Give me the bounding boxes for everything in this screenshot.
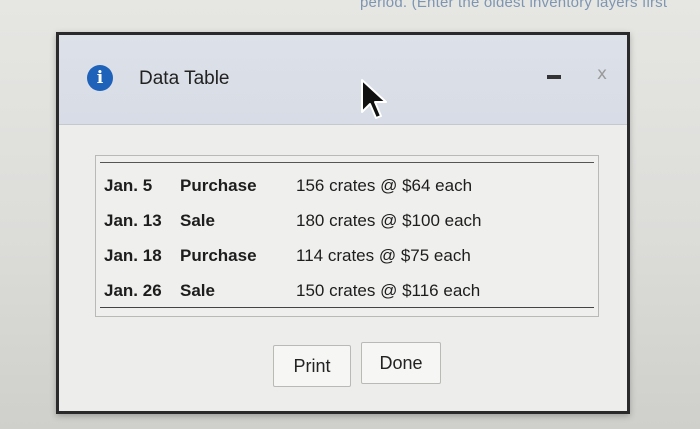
row-type: Purchase (180, 176, 257, 195)
background-instruction-text: period. (Enter the oldest inventory laye… (360, 0, 668, 11)
dialog-title: Data Table (139, 68, 230, 89)
row-date: Jan. 26 (104, 281, 162, 300)
table-top-rule (100, 162, 594, 163)
row-type: Sale (180, 281, 215, 300)
row-detail: 150 crates @ $116 each (296, 281, 481, 300)
info-icon: i (87, 65, 113, 91)
print-button[interactable]: Print (273, 345, 351, 387)
row-type: Purchase (180, 246, 257, 265)
row-type: Sale (180, 211, 215, 230)
row-detail: 114 crates @ $75 each (296, 246, 471, 265)
minimize-icon[interactable] (547, 75, 561, 79)
mouse-cursor-icon (361, 79, 387, 119)
close-icon[interactable]: x (597, 64, 607, 84)
table-bottom-rule (100, 307, 594, 308)
data-table-dialog: i Data Table x Jan. 5 Purchase 156 crate… (56, 32, 630, 414)
row-date: Jan. 13 (104, 211, 162, 230)
table-row: Jan. 18 Purchase 114 crates @ $75 each (104, 244, 590, 268)
row-detail: 156 crates @ $64 each (296, 176, 473, 195)
table-row: Jan. 5 Purchase 156 crates @ $64 each (104, 174, 590, 198)
row-date: Jan. 5 (104, 176, 153, 195)
table-row: Jan. 13 Sale 180 crates @ $100 each (104, 209, 590, 233)
row-date: Jan. 18 (104, 246, 162, 265)
dialog-titlebar: i Data Table x (59, 35, 627, 125)
data-table: Jan. 5 Purchase 156 crates @ $64 each Ja… (95, 155, 599, 317)
done-button[interactable]: Done (361, 342, 441, 384)
row-detail: 180 crates @ $100 each (296, 211, 482, 230)
table-row: Jan. 26 Sale 150 crates @ $116 each (104, 279, 590, 303)
